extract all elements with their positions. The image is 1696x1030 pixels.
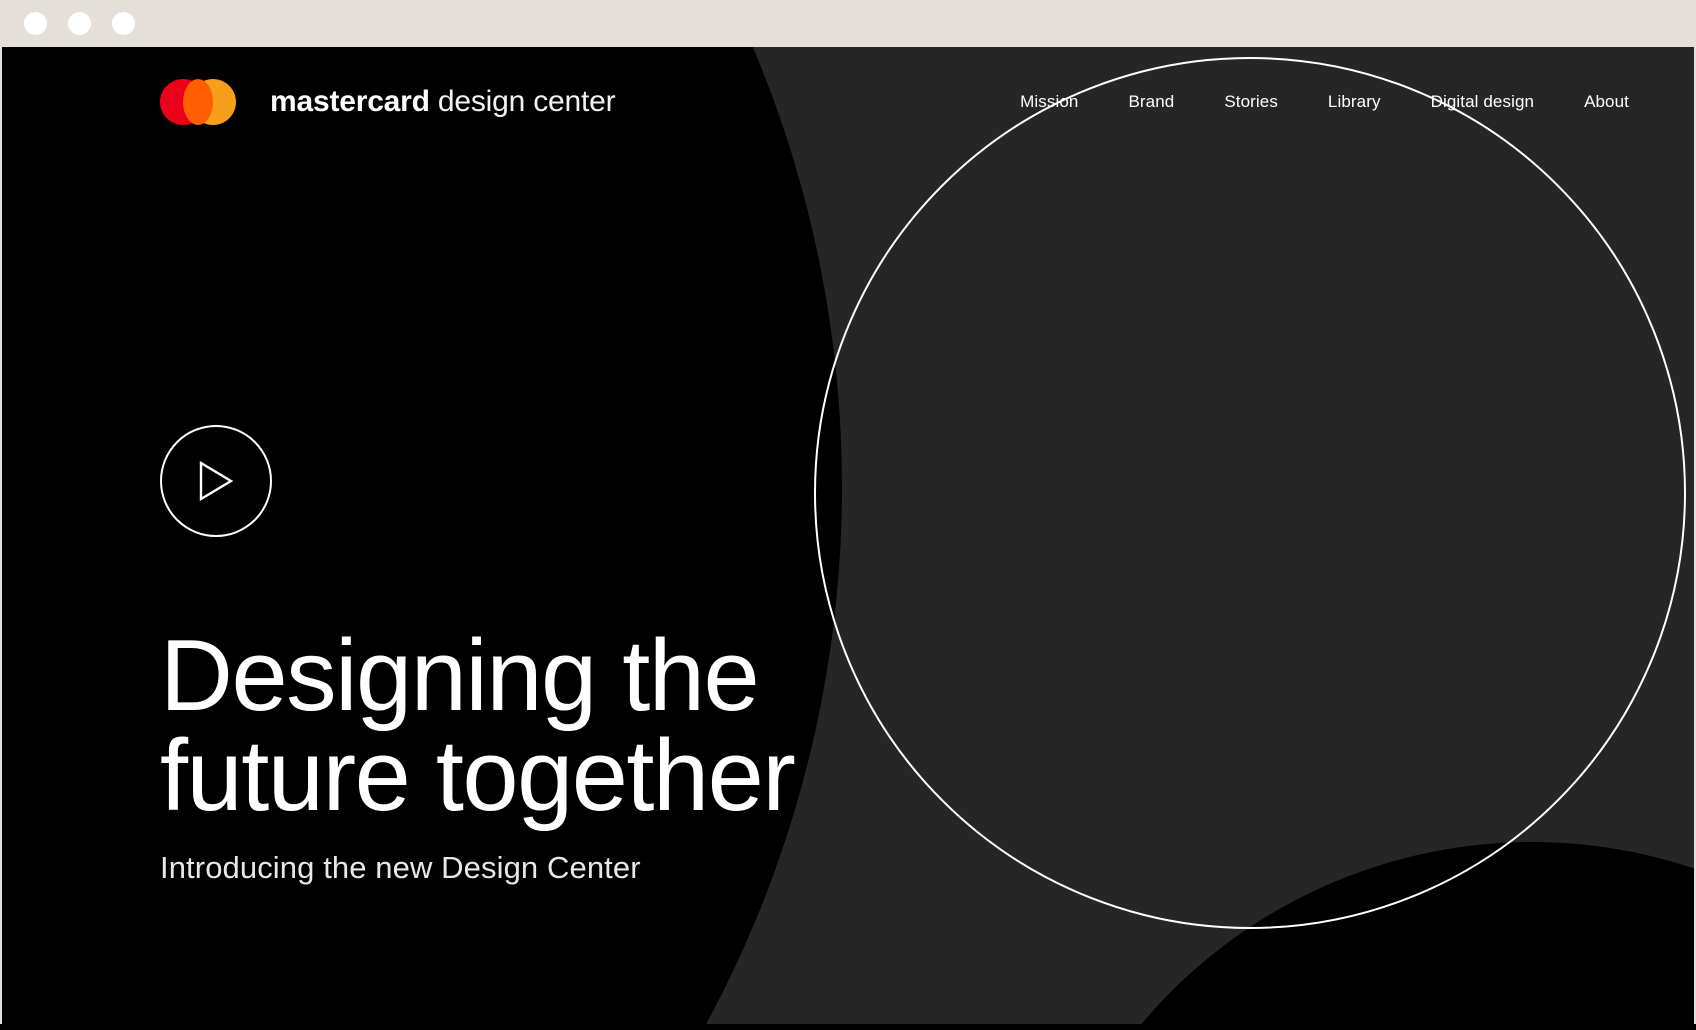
window-bottom-edge [0, 1024, 1696, 1030]
nav-item-mission[interactable]: Mission [995, 86, 1103, 118]
main-navigation: Mission Brand Stories Library Digital de… [995, 86, 1654, 118]
nav-item-digital-design[interactable]: Digital design [1406, 86, 1559, 118]
nav-item-about[interactable]: About [1559, 86, 1654, 118]
brand-name-light: design center [437, 85, 616, 118]
window-titlebar [0, 0, 1696, 47]
hero-section: Designing the future together Introducin… [160, 425, 1060, 886]
mastercard-overlap-circle [183, 79, 213, 125]
nav-item-stories[interactable]: Stories [1199, 86, 1303, 118]
hero-subheadline: Introducing the new Design Center [160, 849, 641, 885]
site-header: mastercard design center Mission Brand S… [2, 47, 1694, 157]
window-close-dot[interactable] [24, 12, 47, 35]
play-video-button[interactable] [160, 425, 272, 537]
hero-headline: Designing the future together [160, 626, 1060, 832]
brand-name-bold: mastercard [270, 85, 430, 118]
mastercard-logo-icon [160, 79, 236, 125]
window-minimize-dot[interactable] [68, 12, 91, 35]
browser-window: mastercard design center Mission Brand S… [0, 0, 1696, 1030]
hero-headline-line-2: future together [160, 719, 796, 832]
window-maximize-dot[interactable] [112, 12, 135, 35]
hero-headline-line-1: Designing the [160, 620, 760, 732]
play-icon [195, 459, 237, 503]
nav-item-library[interactable]: Library [1303, 86, 1406, 118]
page-viewport: mastercard design center Mission Brand S… [2, 47, 1694, 1024]
brand-logo-link[interactable]: mastercard design center [160, 79, 616, 125]
brand-wordmark: mastercard design center [270, 85, 616, 119]
nav-item-brand[interactable]: Brand [1103, 86, 1199, 118]
